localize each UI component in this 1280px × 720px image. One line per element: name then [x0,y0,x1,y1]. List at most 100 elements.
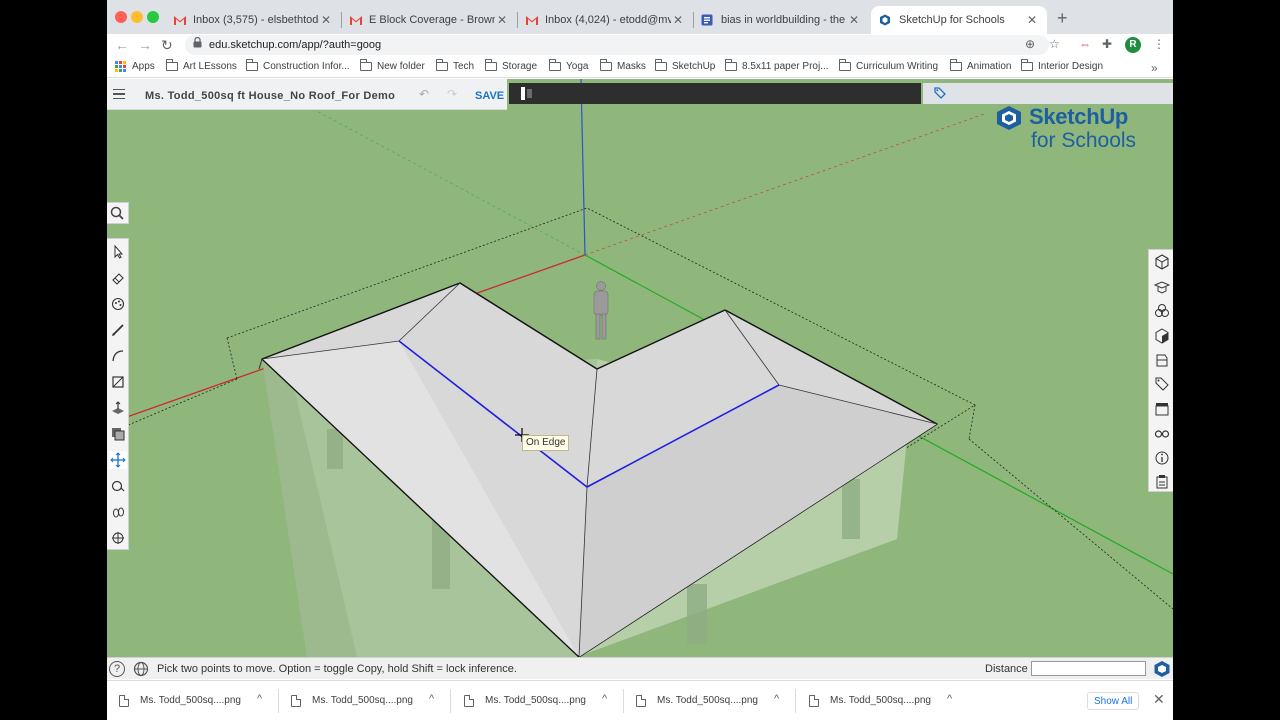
extensions-puzzle-icon[interactable]: ✚ [1102,37,1112,51]
gmail-icon [349,14,363,26]
search-button[interactable] [107,202,129,224]
tags-icon[interactable] [1153,375,1171,393]
materials-icon[interactable] [1153,327,1171,345]
close-tab-icon[interactable]: ✕ [1025,13,1039,27]
download-filename: Ms. Todd_500sq....png [657,695,758,706]
close-tab-icon[interactable]: ✕ [671,13,685,27]
address-bar[interactable]: edu.sketchup.com/app/?auth=goog [185,35,1049,55]
extension-icon[interactable]: ⇔ [1079,37,1091,51]
bookmark-star-icon[interactable]: ☆ [1049,37,1060,51]
bookmark-label: Storage [502,61,538,72]
folder-icon [360,59,372,71]
bookmarks-overflow-button[interactable]: » [1151,61,1158,75]
show-all-downloads-button[interactable]: Show All [1087,692,1140,710]
redo-icon[interactable]: ↷ [447,87,457,101]
eraser-icon[interactable] [109,269,127,287]
divider [795,689,796,713]
new-tab-button[interactable]: + [1057,8,1068,29]
browser-toolbar: ← → ↻ edu.sketchup.com/app/?auth=goog ⊕ … [107,34,1173,56]
styles-icon[interactable] [1153,351,1171,369]
close-downloads-icon[interactable]: ✕ [1153,691,1165,708]
browser-tab[interactable]: Inbox (3,575) - elsbethtodd@g ✕ [165,6,341,34]
bookmark-folder[interactable]: Masks [600,59,646,72]
chevron-up-icon[interactable]: ^ [947,693,952,705]
bookmark-apps[interactable]: Apps [115,61,155,72]
minimize-window-button[interactable] [131,11,143,23]
bookmark-folder[interactable]: Curriculum Writing [839,59,938,72]
chevron-up-icon[interactable]: ^ [774,693,779,705]
select-icon[interactable] [109,243,127,261]
install-icon[interactable]: ⊕ [1025,37,1035,51]
browser-tab[interactable]: bias in worldbuilding - the prei ✕ [693,6,869,34]
push-pull-icon[interactable] [109,399,127,417]
hamburger-menu-icon[interactable] [113,89,125,99]
bookmark-folder[interactable]: Yoga [549,59,588,72]
info-icon[interactable] [1153,449,1171,467]
roof-fascia [258,358,263,370]
bookmark-folder[interactable]: Tech [436,59,474,72]
logo-subtext: for Schools [1031,129,1137,152]
chevron-up-icon[interactable]: ^ [602,693,607,705]
download-item[interactable]: Ms. Todd_500sq....png ^ [452,681,624,720]
download-filename: Ms. Todd_500sq....png [830,695,931,706]
sketchup-viewport[interactable]: Ms. Todd_500sq ft House_No Roof_For Demo… [107,79,1173,657]
paint-bucket-icon[interactable] [109,295,127,313]
download-item[interactable]: Ms. Todd_500sq....png ^ [797,681,969,720]
arc-icon[interactable] [109,347,127,365]
close-window-button[interactable] [115,11,127,23]
model-canvas[interactable] [107,79,1173,657]
bookmark-folder[interactable]: 8.5x11 paper Proj... [725,59,829,72]
folder-icon [839,59,851,71]
bookmark-folder[interactable]: Animation [950,59,1011,72]
tab-title: SketchUp for Schools [899,14,1005,26]
chevron-up-icon[interactable]: ^ [429,693,434,705]
sketchup-logo-icon [997,106,1021,130]
download-filename: Ms. Todd_500sq....png [485,695,586,706]
display-icon[interactable] [1153,424,1171,442]
close-tab-icon[interactable]: ✕ [495,13,509,27]
maximize-window-button[interactable] [147,11,159,23]
browser-tab[interactable]: Inbox (4,024) - etodd@mvrhs. ✕ [517,6,693,34]
export-icon[interactable] [1153,473,1171,491]
model-title-bar: Ms. Todd_500sq ft House_No Roof_For Demo… [107,79,507,110]
distance-input[interactable] [1031,661,1146,676]
components-icon[interactable] [1153,302,1171,320]
bookmark-folder[interactable]: New folder [360,59,425,72]
back-icon[interactable]: ← [115,37,129,53]
close-tab-icon[interactable]: ✕ [319,13,333,27]
reload-icon[interactable]: ↻ [161,37,173,54]
instructor-icon[interactable] [1153,278,1171,296]
browser-tab[interactable]: E Block Coverage - Brown - 60 ✕ [341,6,517,34]
bookmark-folder[interactable]: Art LEssons [166,59,237,72]
help-icon[interactable]: ? [109,661,125,677]
bookmark-folder[interactable]: Construction Infor... [246,59,350,72]
save-button[interactable]: SAVE [475,90,504,102]
folder-icon [1021,59,1033,71]
bookmark-folder[interactable]: SketchUp [655,59,715,72]
entity-info-icon[interactable] [1153,253,1171,271]
walk-icon[interactable] [109,529,127,547]
undo-icon[interactable]: ↶ [419,87,429,101]
pencil-icon[interactable] [109,321,127,339]
chevron-up-icon[interactable]: ^ [257,693,262,705]
rectangle-icon[interactable] [109,373,127,391]
forward-icon[interactable]: → [138,37,152,53]
close-tab-icon[interactable]: ✕ [847,13,861,27]
tag-icon[interactable] [933,86,947,100]
orbit-icon[interactable] [109,503,127,521]
globe-icon[interactable] [133,661,149,677]
menu-kebab-icon[interactable]: ⋮ [1153,37,1165,51]
profile-avatar[interactable]: R [1125,37,1141,53]
download-item[interactable]: Ms. Todd_500sq....png ^ [107,681,279,720]
bookmark-folder[interactable]: Storage [485,59,538,72]
download-item[interactable]: Ms. Todd_500sq....png ^ [279,681,451,720]
scenes-icon[interactable] [1153,400,1171,418]
browser-tab-active[interactable]: SketchUp for Schools ✕ [871,6,1047,34]
move-icon[interactable] [109,451,127,469]
offset-icon[interactable] [109,425,127,443]
bookmark-folder[interactable]: Interior Design [1021,59,1103,72]
tape-measure-icon[interactable] [109,477,127,495]
download-item[interactable]: Ms. Todd_500sq....png ^ [624,681,796,720]
bookmark-label: Apps [132,61,155,72]
model-title[interactable]: Ms. Todd_500sq ft House_No Roof_For Demo [145,90,395,102]
